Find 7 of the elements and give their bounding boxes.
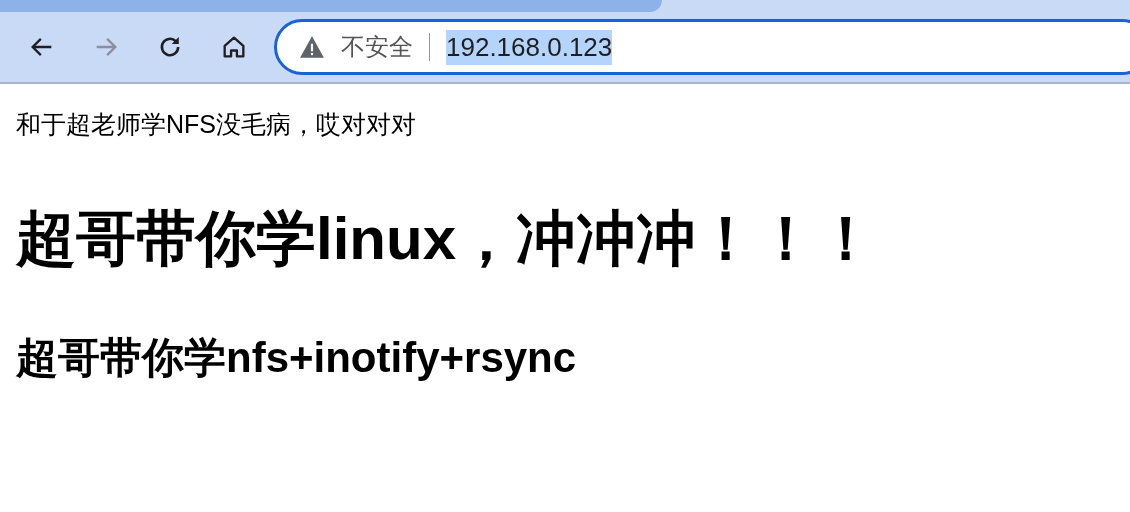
security-label[interactable]: 不安全 xyxy=(341,31,413,63)
warning-icon[interactable] xyxy=(299,35,325,59)
url-text: 192.168.0.123 xyxy=(446,29,613,65)
paragraph-text: 和于超老师学NFS没毛病，哎对对对 xyxy=(16,109,417,140)
address-bar[interactable]: 不安全 192.168.0.123 xyxy=(274,19,1130,75)
page-heading: 超哥带你学linux，冲冲冲！！！ xyxy=(16,204,877,274)
page-subheading: 超哥带你学nfs+inotify+rsync xyxy=(16,333,578,383)
